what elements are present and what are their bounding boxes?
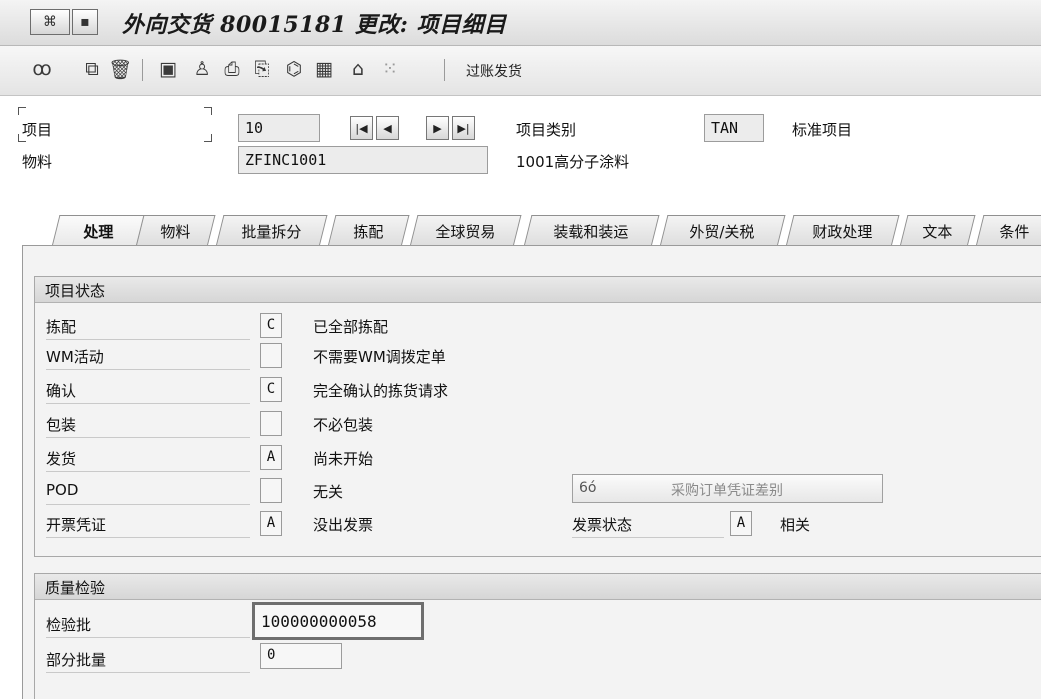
dots-grid-icon[interactable]: ⁙: [378, 56, 402, 82]
item-category-field[interactable]: TAN: [704, 114, 764, 142]
trash-icon[interactable]: 🗑: [108, 56, 132, 82]
users-icon[interactable]: ♙: [190, 56, 214, 82]
item-category-label: 项目类别: [516, 121, 577, 139]
quality-inspection-title: 质量检验: [35, 574, 1041, 600]
tab-financial-processing[interactable]: 财政处理: [786, 215, 900, 245]
partial-lot-label: 部分批量: [46, 645, 250, 673]
material-field[interactable]: ZFINC1001: [238, 146, 488, 174]
status-desc-picking: 已全部拣配: [313, 318, 389, 336]
material-desc: 1001高分子涂料: [516, 153, 630, 171]
print-preview-icon[interactable]: ⎘: [250, 56, 274, 82]
inspection-lot-label: 检验批: [46, 610, 250, 638]
frame-corner: [204, 134, 212, 142]
status-label-pod: POD: [46, 477, 250, 505]
glasses-icon[interactable]: ꝏ: [30, 56, 54, 82]
frame-corner: [204, 107, 212, 115]
title-bar: ⌘ ▪ 外向交货 80015181 更改: 项目细目: [0, 0, 1041, 46]
status-code-packing[interactable]: [260, 411, 282, 436]
batch-icon[interactable]: ⌬: [282, 56, 306, 82]
status-desc-billing: 没出发票: [313, 516, 374, 534]
status-label-billing: 开票凭证: [46, 510, 250, 538]
status-desc-confirm: 完全确认的拣货请求: [313, 382, 449, 400]
glasses-icon: 6ó: [579, 480, 597, 496]
status-desc-wm: 不需要WM调拨定单: [313, 348, 446, 366]
status-code-confirm[interactable]: C: [260, 377, 282, 402]
tab-texts[interactable]: 文本: [900, 215, 976, 245]
display-icon[interactable]: ▣: [156, 56, 180, 82]
status-code-billing[interactable]: A: [260, 511, 282, 536]
status-desc-packing: 不必包装: [313, 416, 374, 434]
grid-icon[interactable]: ▦: [312, 56, 336, 82]
status-code-pod[interactable]: [260, 478, 282, 503]
tab-global-trade[interactable]: 全球贸易: [410, 215, 522, 245]
po-document-difference-label: 采购订单凭证差别: [671, 483, 783, 499]
tab-foreign-trade[interactable]: 外贸/关税: [660, 215, 786, 245]
next-item-icon[interactable]: ▶: [426, 116, 449, 140]
item-status-title: 项目状态: [35, 277, 1041, 303]
status-code-wm[interactable]: [260, 343, 282, 368]
partial-lot-field[interactable]: 0: [260, 643, 342, 669]
copy-icon[interactable]: ⧉: [80, 56, 104, 82]
status-label-packing: 包装: [46, 410, 250, 438]
billing-status-desc: 相关: [780, 516, 811, 534]
status-desc-goods-issue: 尚未开始: [313, 450, 374, 468]
system-menu-icon[interactable]: ⌘: [30, 9, 70, 35]
tab-processing[interactable]: 处理: [52, 215, 146, 245]
tab-loading-shipping[interactable]: 装载和装运: [524, 215, 660, 245]
tab-conditions[interactable]: 条件: [976, 215, 1041, 245]
window-title: 外向交货 80015181 更改: 项目细目: [122, 12, 507, 38]
status-label-goods-issue: 发货: [46, 444, 250, 472]
tab-batch-split[interactable]: 批量拆分: [216, 215, 328, 245]
tab-material[interactable]: 物料: [136, 215, 216, 245]
application-toolbar: ꝏ ⧉ 🗑 ▣ ♙ ⎙ ⎘ ⌬ ▦ ⌂ ⁙ 过账发货: [0, 46, 1041, 96]
post-goods-issue-button[interactable]: 过账发货: [466, 61, 522, 81]
po-document-difference-button[interactable]: 6ó 采购订单凭证差别: [572, 474, 883, 503]
tab-picking[interactable]: 拣配: [328, 215, 410, 245]
status-desc-pod: 无关: [313, 483, 344, 501]
last-item-icon[interactable]: ▶|: [452, 116, 475, 140]
print-icon[interactable]: ⎙: [220, 56, 244, 82]
billing-status-label: 发票状态: [572, 510, 724, 538]
tab-strip: 处理 物料 批量拆分 拣配 全球贸易 装载和装运 外贸/关税 财政处理 文本 条…: [22, 215, 1041, 245]
toolbar-separator: [142, 59, 143, 81]
frame-corner: [18, 107, 26, 115]
inspection-lot-field[interactable]: 100000000058: [252, 602, 424, 640]
previous-item-icon[interactable]: ◀: [376, 116, 399, 140]
status-label-picking: 拣配: [46, 312, 250, 340]
status-label-confirm: 确认: [46, 376, 250, 404]
item-category-desc: 标准项目: [792, 121, 853, 139]
status-code-goods-issue[interactable]: A: [260, 445, 282, 470]
item-field[interactable]: 10: [238, 114, 320, 142]
billing-status-code[interactable]: A: [730, 511, 752, 536]
status-label-wm: WM活动: [46, 342, 250, 370]
first-item-icon[interactable]: |◀: [350, 116, 373, 140]
material-label: 物料: [22, 153, 53, 171]
toolbar-separator: [444, 59, 445, 81]
status-code-picking[interactable]: C: [260, 313, 282, 338]
house-icon[interactable]: ⌂: [346, 56, 370, 82]
window-dropdown-icon[interactable]: ▪: [72, 9, 98, 35]
item-label: 项目: [22, 121, 53, 139]
